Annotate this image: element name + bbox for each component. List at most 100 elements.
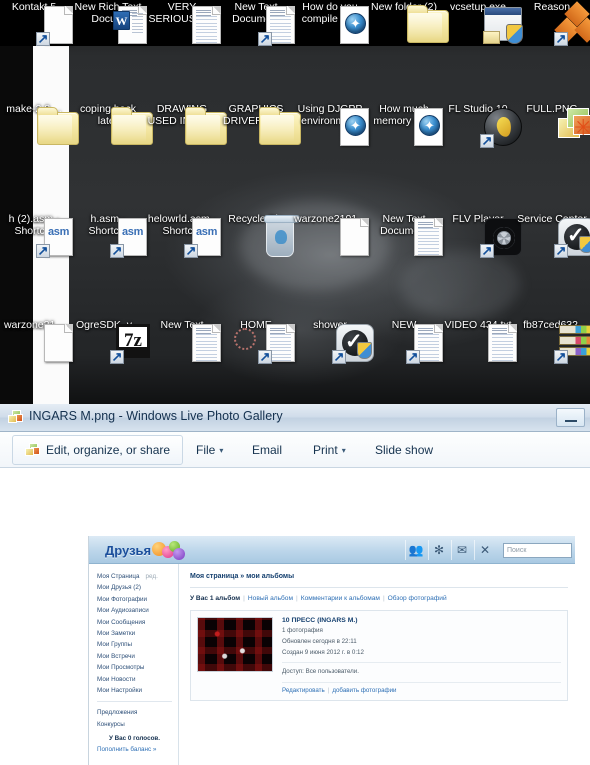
sidebar-item-my-notes[interactable]: Мои Заметки [97, 628, 178, 639]
desktop-icon[interactable]: How much memory do... [366, 103, 443, 146]
nav-separator: | [243, 595, 245, 602]
sidebar-item-label: Моя Страница [97, 573, 140, 580]
album-add-photos-link[interactable]: добавить фотографии [332, 687, 396, 694]
sidebar-item-my-page[interactable]: Моя Страница ред. [97, 571, 178, 582]
edit-organize-share-button[interactable]: Edit, organize, or share [12, 435, 184, 465]
desktop-icon[interactable]: New Text Docume... [366, 213, 443, 256]
desktop-icon[interactable]: Kontakt 5 [0, 1, 73, 48]
print-menu-button[interactable]: Print ▾ [305, 435, 354, 465]
desktop-icon[interactable]: asmh.asm - Shortcut [70, 213, 147, 260]
chevron-down-icon: ▾ [219, 445, 224, 455]
displayed-photo[interactable]: Друзья 👥 ✻ ✉ ✕ Поиск Моя Страница ред. Мо… [88, 536, 575, 765]
votes-balance-label: У Вас 0 голосов. [108, 735, 161, 743]
desktop-icon[interactable]: FLV Player [440, 213, 522, 260]
shortcut-arrow-icon [554, 30, 568, 48]
text-doc-glyph [488, 324, 517, 362]
album-divider [282, 662, 561, 664]
desktop-icon[interactable]: HOME [218, 319, 295, 366]
album-actions[interactable]: Редактировать | добавить фотографии [282, 687, 561, 694]
site-logo[interactable]: Друзья [105, 541, 186, 560]
sidebar-item-my-friends[interactable]: Мои Друзья (2) [97, 582, 178, 593]
sidebar-item-my-views[interactable]: Мои Просмотры [97, 662, 178, 673]
sidebar-divider [97, 701, 172, 703]
desktop-icon[interactable]: fb87ced632. [514, 319, 590, 366]
shortcut-arrow-icon [184, 242, 198, 260]
desktop-icon[interactable]: warzone21... [0, 319, 73, 362]
desktop-icon[interactable]: VERY SERIOUS O... [144, 1, 221, 44]
sidebar-item-my-audio[interactable]: Мои Аудиозаписи [97, 605, 178, 616]
desktop-icon[interactable]: ✓Service Center [514, 213, 590, 260]
desktop-icon[interactable]: Reason [514, 1, 590, 48]
friends-icon[interactable]: 👥 [405, 540, 426, 560]
desktop-icon[interactable]: FL Studio 10 [440, 103, 522, 150]
desktop-icon[interactable]: ✓shower [292, 319, 374, 366]
minimize-button[interactable] [556, 408, 585, 427]
email-button[interactable]: Email [244, 435, 290, 465]
slide-show-button[interactable]: Slide show [367, 435, 441, 465]
desktop-icon[interactable]: VIDEO 434.txt [440, 319, 517, 362]
album-details: 10 ПРЕСС (INGARS M.) 1 фотография Обновл… [282, 617, 561, 694]
desktop-icon[interactable]: asmhelowrld.asm - Shortcut [144, 213, 221, 260]
album-photo-count: 1 фотография [282, 626, 323, 634]
photo-overview-link[interactable]: Обзор фотографий [388, 595, 447, 602]
sidebar-item-my-photos[interactable]: Мои Фотографии [97, 594, 178, 605]
new-album-link[interactable]: Новый альбом [248, 595, 293, 602]
top-up-balance-link[interactable]: Пополнить баланс » [97, 742, 178, 753]
file-menu-button[interactable]: File ▾ [188, 435, 231, 465]
word-doc-glyph: W [113, 6, 147, 44]
album-thumbnail[interactable] [197, 617, 273, 672]
sidebar-item-contests[interactable]: Конкурсы [97, 719, 178, 730]
desktop-icon[interactable]: W New Rich Text Docu... [70, 1, 147, 44]
sidebar-item-my-news[interactable]: Мои Новости [97, 674, 178, 685]
site-sidebar[interactable]: Моя Страница ред. Мои Друзья (2) Мои Фото… [89, 564, 179, 765]
shortcut-arrow-icon [554, 242, 568, 260]
sidebar-item-edit-link[interactable]: ред. [146, 573, 158, 580]
desktop-icon[interactable]: DRAWING USED IN NE... [144, 103, 227, 145]
blank-doc-glyph [44, 324, 73, 362]
search-input[interactable]: Поиск [503, 542, 572, 558]
desktop-background[interactable]: Kontakt 5WNew Rich Text Docu...VERY SERI… [0, 0, 590, 404]
album-title[interactable]: 10 ПРЕСС (INGARS M.) [282, 617, 561, 624]
album-updated: Обновлен сегодня в 22:11 [282, 637, 357, 645]
desktop-icon[interactable]: Recycle Bin [218, 213, 300, 257]
text-doc-glyph [414, 218, 443, 256]
mail-icon[interactable]: ✉ [451, 540, 472, 560]
help-doc-glyph [414, 108, 443, 146]
desktop-icon[interactable]: NEW [366, 319, 443, 366]
folder-glyph [407, 5, 449, 43]
album-edit-link[interactable]: Редактировать [282, 687, 325, 694]
desktop-icon[interactable]: How do you compile a ... [292, 1, 369, 44]
window-title: INGARS M.png - Windows Live Photo Galler… [29, 409, 283, 423]
sidebar-item-my-meetings[interactable]: Мои Встречи [97, 651, 178, 662]
desktop-icon[interactable]: 7zOgreSDK_v... [70, 319, 150, 366]
desktop-icon[interactable]: New Text Docume... [218, 1, 295, 48]
desktop-icon[interactable]: GRAPHICS DRIVERS R... [218, 103, 301, 145]
album-card[interactable]: 10 ПРЕСС (INGARS M.) 1 фотография Обновл… [190, 610, 568, 701]
action-separator: | [327, 686, 330, 694]
album-nav-bar[interactable]: У Вас 1 альбом | Новый альбом | Комментарии … [190, 595, 575, 602]
sidebar-item-my-messages[interactable]: Мои Сообщения [97, 617, 178, 628]
desktop-icon[interactable]: make-2.8.... [0, 103, 79, 145]
sidebar-item-my-settings[interactable]: Мои Настройки [97, 685, 178, 696]
slide-show-label: Slide show [375, 443, 434, 457]
album-comments-link[interactable]: Комментарии к альбомам [301, 595, 380, 602]
shortcut-arrow-icon [110, 242, 124, 260]
photo-gallery-toolbar[interactable]: Edit, organize, or share File ▾ Email Pr… [0, 432, 590, 468]
desktop-icon[interactable]: vcsetup.exe [440, 1, 523, 44]
sidebar-item-offers[interactable]: Предложения [97, 707, 178, 718]
desktop-icon[interactable]: Using DJGPP environme... [292, 103, 369, 146]
sidebar-item-my-groups[interactable]: Мои Группы [97, 639, 178, 650]
site-toolbar[interactable]: 👥 ✻ ✉ ✕ Поиск [405, 540, 572, 560]
window-title-bar[interactable]: INGARS M.png - Windows Live Photo Galler… [0, 404, 590, 432]
desktop-icon-grid: Kontakt 5WNew Rich Text Docu...VERY SERI… [0, 0, 590, 404]
shortcut-arrow-icon [110, 348, 124, 366]
desktop-icon[interactable]: ✳ FULL.PNG [514, 103, 590, 139]
desktop-icon[interactable]: coping back later [70, 103, 153, 145]
desktop-icon[interactable]: asmh (2).asm - Shortcut [0, 213, 73, 260]
desktop-icon[interactable]: New folder (2) [366, 1, 449, 43]
shortcut-arrow-icon [554, 348, 568, 366]
desktop-icon[interactable]: warzone2101... [292, 213, 369, 256]
desktop-icon[interactable]: New Text [144, 319, 221, 362]
butterfly-icon[interactable]: ✻ [428, 540, 449, 560]
close-icon[interactable]: ✕ [474, 540, 495, 560]
